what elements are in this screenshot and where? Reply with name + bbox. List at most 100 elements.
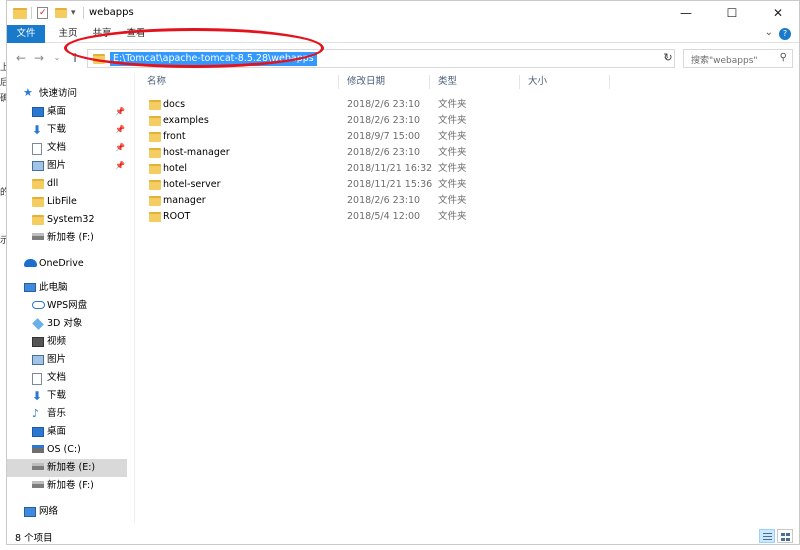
cube-icon	[32, 318, 44, 330]
large-icons-view-icon[interactable]	[777, 529, 793, 543]
picture-icon	[32, 161, 44, 171]
folder-icon	[93, 54, 105, 64]
item-count: 8 个项目	[15, 533, 53, 544]
nav-quick-access[interactable]: ★ 快速访问	[7, 85, 127, 103]
cloud-drive-icon	[32, 301, 45, 309]
pin-icon: 📌	[115, 161, 125, 170]
file-explorer-window: ✓ ▾ webapps — ☐ ✕ 文件 主页 共享 查看 ⌄ ? ← → ⌄ …	[6, 0, 800, 545]
column-type[interactable]: 类型	[438, 75, 457, 89]
nav-item-pc-volume-f[interactable]: 新加卷 (F:)	[7, 477, 127, 495]
folder-icon	[149, 116, 161, 126]
status-bar: 8 个项目	[7, 527, 799, 545]
computer-icon	[24, 283, 36, 292]
file-row[interactable]: host-manager 2018/2/6 23:10 文件夹	[135, 145, 535, 161]
minimize-button[interactable]: —	[663, 1, 709, 25]
folder-icon	[149, 132, 161, 142]
details-view-icon[interactable]	[759, 529, 775, 543]
nav-item-volume-e[interactable]: 新加卷 (E:)	[7, 459, 127, 477]
video-icon	[32, 337, 44, 347]
nav-item-system32[interactable]: System32	[7, 211, 127, 229]
drive-icon	[32, 481, 44, 488]
back-icon[interactable]: ←	[13, 49, 29, 67]
column-size[interactable]: 大小	[528, 75, 547, 89]
maximize-button[interactable]: ☐	[709, 1, 755, 25]
nav-item-pc-documents[interactable]: 文档	[7, 369, 127, 387]
file-row[interactable]: hotel-server 2018/11/21 15:36 文件夹	[135, 177, 535, 193]
tab-file[interactable]: 文件	[7, 25, 45, 43]
folder-icon	[13, 5, 27, 21]
nav-item-pc-desktop[interactable]: 桌面	[7, 423, 127, 441]
nav-onedrive[interactable]: OneDrive	[7, 255, 127, 273]
search-box[interactable]: 搜索"webapps" ⚲	[683, 49, 793, 68]
search-icon: ⚲	[779, 52, 787, 63]
nav-network[interactable]: 网络	[7, 503, 127, 521]
tab-share[interactable]: 共享	[87, 25, 117, 43]
expand-ribbon-icon[interactable]: ⌄	[765, 27, 773, 38]
address-bar[interactable]: E:\Tomcat\apache-tomcat-8.5.28\webapps ⌄	[87, 49, 675, 68]
document-icon	[32, 143, 42, 155]
file-list: 名称 修改日期 类型 大小 docs 2018/2/6 23:10 文件夹 ex…	[135, 73, 799, 523]
nav-item-3d-objects[interactable]: 3D 对象	[7, 315, 127, 333]
refresh-icon[interactable]: ↻	[660, 50, 676, 66]
address-row: ← → ⌄ ↑ E:\Tomcat\apache-tomcat-8.5.28\w…	[7, 45, 799, 71]
file-row[interactable]: front 2018/9/7 15:00 文件夹	[135, 129, 535, 145]
column-name[interactable]: 名称	[147, 75, 166, 89]
window-title: webapps	[89, 7, 134, 18]
properties-icon[interactable]: ✓	[37, 5, 48, 21]
nav-item-pc-downloads[interactable]: ⬇ 下载	[7, 387, 127, 405]
close-button[interactable]: ✕	[755, 1, 800, 25]
folder-icon	[149, 148, 161, 158]
star-icon: ★	[23, 86, 33, 99]
pin-icon: 📌	[115, 143, 125, 152]
drive-icon	[32, 463, 44, 470]
ribbon-tabs: 文件 主页 共享 查看 ⌄ ?	[7, 25, 799, 43]
nav-item-volume-f[interactable]: 新加卷 (F:)	[7, 229, 127, 247]
tab-home[interactable]: 主页	[53, 25, 83, 43]
folder-icon	[149, 100, 161, 110]
download-icon: ⬇	[32, 389, 43, 403]
nav-item-pc-pictures[interactable]: 图片	[7, 351, 127, 369]
file-row[interactable]: examples 2018/2/6 23:10 文件夹	[135, 113, 535, 129]
cloud-icon	[24, 259, 37, 267]
nav-item-wps[interactable]: WPS网盘	[7, 297, 127, 315]
system-drive-icon	[32, 445, 44, 453]
address-path[interactable]: E:\Tomcat\apache-tomcat-8.5.28\webapps	[110, 52, 317, 66]
nav-item-desktop[interactable]: 桌面 📌	[7, 103, 127, 121]
file-row[interactable]: ROOT 2018/5/4 12:00 文件夹	[135, 209, 535, 225]
download-icon: ⬇	[32, 123, 43, 137]
folder-icon	[32, 215, 44, 225]
folder-icon	[149, 164, 161, 174]
column-date[interactable]: 修改日期	[347, 75, 385, 89]
nav-item-libfile[interactable]: LibFile	[7, 193, 127, 211]
up-icon[interactable]: ↑	[67, 49, 83, 67]
quick-access-dropdown-icon[interactable]: ▾	[71, 5, 76, 21]
title-bar: ✓ ▾ webapps — ☐ ✕	[7, 1, 799, 25]
tab-view[interactable]: 查看	[121, 25, 151, 43]
desktop-icon	[32, 107, 44, 117]
pin-icon: 📌	[115, 125, 125, 134]
nav-item-downloads[interactable]: ⬇ 下载 📌	[7, 121, 127, 139]
folder-icon	[149, 196, 161, 206]
nav-item-videos[interactable]: 视频	[7, 333, 127, 351]
document-icon	[32, 373, 42, 385]
file-row[interactable]: hotel 2018/11/21 16:32 文件夹	[135, 161, 535, 177]
nav-item-os-c[interactable]: OS (C:)	[7, 441, 127, 459]
network-icon	[24, 507, 36, 517]
nav-item-pictures[interactable]: 图片 📌	[7, 157, 127, 175]
nav-this-pc[interactable]: 此电脑	[7, 279, 127, 297]
file-row[interactable]: docs 2018/2/6 23:10 文件夹	[135, 97, 535, 113]
nav-item-dll[interactable]: dll	[7, 175, 127, 193]
nav-item-music[interactable]: ♪ 音乐	[7, 405, 127, 423]
nav-item-documents[interactable]: 文档 📌	[7, 139, 127, 157]
folder-icon	[32, 197, 44, 207]
help-icon[interactable]: ?	[779, 28, 791, 40]
search-placeholder: 搜索"webapps"	[691, 56, 758, 66]
folder-icon	[32, 179, 44, 189]
folder-icon	[149, 212, 161, 222]
file-row[interactable]: manager 2018/2/6 23:10 文件夹	[135, 193, 535, 209]
folder-icon	[149, 180, 161, 190]
drive-icon	[32, 233, 44, 240]
new-folder-icon[interactable]	[55, 5, 67, 21]
recent-locations-icon[interactable]: ⌄	[49, 49, 65, 67]
forward-icon[interactable]: →	[31, 49, 47, 67]
